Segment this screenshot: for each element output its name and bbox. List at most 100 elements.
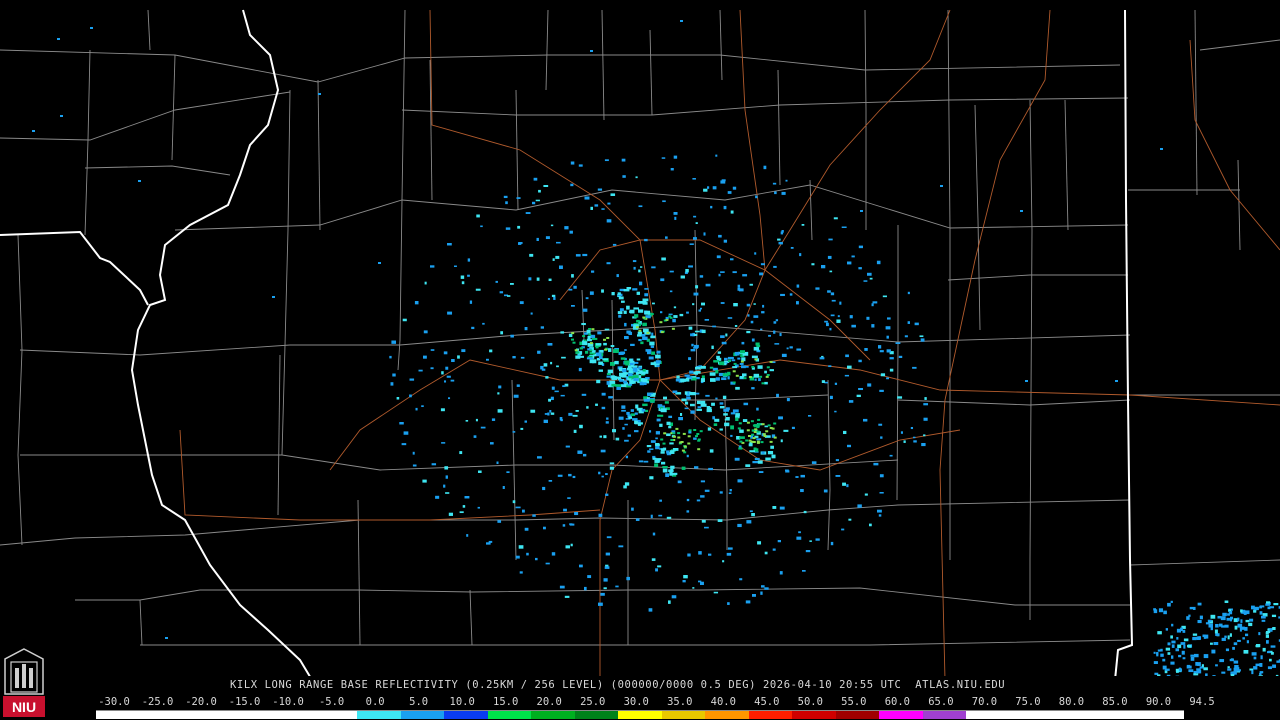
echo-pixel xyxy=(681,449,685,452)
echo-pixel xyxy=(506,471,510,474)
echo-pixel xyxy=(510,334,514,338)
county-line xyxy=(84,49,91,236)
echo-pixel xyxy=(753,431,757,433)
echo-pixel xyxy=(672,432,676,435)
echo-pixel xyxy=(1240,619,1243,623)
echo-pixel xyxy=(897,396,903,399)
echo-pixel xyxy=(1163,610,1167,615)
echo-pixel xyxy=(719,491,723,494)
colorbar-tick-label: 60.0 xyxy=(884,696,911,708)
echo-pixel xyxy=(616,274,619,278)
echo-pixel xyxy=(694,466,699,469)
echo-pixel xyxy=(652,302,655,305)
echo-pixel xyxy=(748,443,753,447)
echo-pixel xyxy=(660,278,665,282)
echo-pixel xyxy=(759,272,763,276)
echo-pixel xyxy=(538,189,541,193)
echo-pixel xyxy=(743,402,749,406)
echo-pixel xyxy=(528,277,532,281)
echo-pixel xyxy=(542,486,546,491)
echo-pixel xyxy=(661,257,666,261)
echo-pixel xyxy=(430,349,435,351)
echo-pixel xyxy=(685,269,689,273)
echo-pixel xyxy=(632,260,637,263)
echo-pixel xyxy=(606,536,612,539)
echo-pixel xyxy=(768,334,772,337)
echo-pixel xyxy=(490,442,494,445)
echo-pixel xyxy=(1210,642,1213,645)
echo-pixel xyxy=(638,329,642,332)
echo-pixel xyxy=(499,291,504,294)
echo-pixel xyxy=(668,600,671,604)
echo-pixel xyxy=(571,305,575,307)
echo-pixel xyxy=(657,565,662,568)
echo-pixel xyxy=(749,510,753,513)
echo-pixel xyxy=(659,423,663,427)
colorbar-segment xyxy=(313,711,358,719)
echo-pixel xyxy=(762,433,766,436)
echo-pixel xyxy=(700,400,706,405)
echo-pixel xyxy=(1243,650,1249,654)
echo-pixel xyxy=(635,176,638,179)
echo-pixel xyxy=(647,392,652,397)
echo-pixel xyxy=(718,361,725,366)
echo-pixel xyxy=(1219,659,1225,662)
echo-pixel xyxy=(450,379,455,382)
echo-pixel xyxy=(765,430,769,433)
echo-pixel xyxy=(763,165,767,170)
echo-pixel xyxy=(578,164,583,167)
echo-pixel xyxy=(1175,648,1180,652)
echo-pixel xyxy=(829,270,833,273)
echo-pixel xyxy=(652,532,656,536)
echo-pixel xyxy=(1178,654,1182,658)
echo-pixel xyxy=(706,409,712,413)
echo-pixel xyxy=(443,351,448,355)
echo-pixel xyxy=(727,547,733,550)
echo-pixel xyxy=(662,466,668,469)
echo-pixel xyxy=(720,302,725,304)
echo-pixel xyxy=(898,355,903,359)
echo-pixel xyxy=(637,371,641,374)
echo-pixel xyxy=(739,440,743,443)
echo-pixel xyxy=(448,512,453,516)
echo-pixel xyxy=(615,585,619,588)
echo-pixel xyxy=(697,448,701,451)
echo-pixel xyxy=(422,479,427,483)
echo-pixel xyxy=(687,442,691,445)
echo-pixel xyxy=(1270,652,1274,655)
echo-pixel xyxy=(765,375,769,378)
echo-pixel xyxy=(626,330,631,334)
echo-pixel xyxy=(764,551,768,555)
echo-pixel xyxy=(763,435,767,437)
echo-pixel xyxy=(1025,380,1028,382)
echo-pixel xyxy=(560,331,565,334)
echo-pixel xyxy=(418,369,423,372)
echo-pixel xyxy=(1246,640,1249,644)
echo-pixel xyxy=(401,443,407,446)
echo-pixel xyxy=(480,426,486,429)
echo-pixel xyxy=(722,373,729,377)
echo-pixel xyxy=(695,366,701,370)
echo-pixel xyxy=(720,335,725,339)
echo-pixel xyxy=(674,216,677,220)
echo-pixel xyxy=(738,447,743,450)
echo-pixel xyxy=(547,298,550,300)
highway-line xyxy=(764,9,951,271)
colorbar-segment xyxy=(270,711,315,719)
colorbar-segment xyxy=(400,711,445,719)
echo-pixel xyxy=(597,188,603,191)
echo-pixel xyxy=(582,341,588,346)
echo-pixel xyxy=(599,435,602,438)
echo-pixel xyxy=(430,265,435,268)
echo-pixel xyxy=(630,413,636,417)
echo-pixel xyxy=(839,301,842,305)
echo-pixel xyxy=(585,350,589,354)
echo-pixel xyxy=(708,467,714,471)
echo-pixel xyxy=(756,430,760,433)
echo-pixel xyxy=(638,205,643,208)
echo-pixel xyxy=(1170,661,1175,665)
echo-pixel xyxy=(732,271,737,274)
echo-pixel xyxy=(586,406,589,409)
echo-pixel xyxy=(688,357,692,361)
echo-pixel xyxy=(586,329,591,334)
